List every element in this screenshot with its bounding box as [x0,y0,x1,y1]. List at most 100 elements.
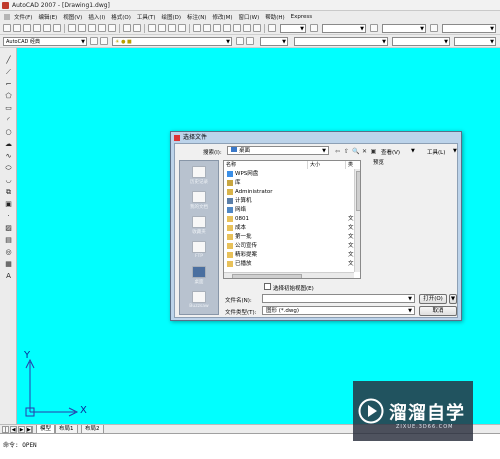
table-style-combo[interactable]: ▼ [382,24,426,33]
file-row[interactable]: 第一批 文 [224,233,354,241]
menu-edit[interactable]: 编辑(E) [38,13,57,21]
save-icon[interactable] [23,24,31,32]
hatch-icon[interactable]: ▨ [4,224,13,233]
multileader-style-icon[interactable] [430,24,438,32]
layer-previous-icon[interactable] [246,37,254,45]
tools-arrow-icon[interactable]: ▼ [453,148,457,154]
up-folder-icon[interactable]: ⇧ [343,148,350,155]
file-row[interactable]: 精彩提案 文 [224,251,354,259]
dimension-style-icon[interactable] [310,24,318,32]
point-icon[interactable]: · [4,212,13,221]
ellipse-arc-icon[interactable]: ◡ [4,176,13,185]
column-size[interactable]: 大小 [308,161,346,169]
column-type[interactable]: 类 [346,161,360,169]
revision-cloud-icon[interactable]: ☁ [4,140,13,149]
file-row[interactable]: 0801 文 [224,215,354,223]
filename-input[interactable]: ▼ [262,294,415,303]
text-style-combo[interactable]: ▼ [280,24,306,33]
tool-palettes-icon[interactable] [213,24,221,32]
first-tab-icon[interactable]: |◀ [2,426,9,439]
redo-icon[interactable] [133,24,141,32]
new-folder-icon[interactable]: ▣ [370,148,377,155]
menu-view[interactable]: 视图(V) [63,13,82,21]
table-icon[interactable]: ▦ [4,260,13,269]
make-block-icon[interactable]: ▣ [4,200,13,209]
last-tab-icon[interactable]: ▶| [26,426,33,433]
block-editor-icon[interactable] [108,24,116,32]
menu-draw[interactable]: 绘图(D) [162,13,182,21]
file-row[interactable]: Administrator [224,188,354,196]
linetype-combo[interactable]: ▼ [294,37,388,46]
next-tab-icon[interactable]: ▶ [18,426,25,433]
construction-line-icon[interactable]: ⟋ [4,68,13,77]
file-row[interactable]: 计算机 [224,197,354,205]
arc-icon[interactable]: ◜ [4,116,13,125]
pan-icon[interactable] [148,24,156,32]
zoom-previous-icon[interactable] [178,24,186,32]
rectangle-icon[interactable]: ▭ [4,104,13,113]
file-row[interactable]: 库 [224,179,354,187]
new-icon[interactable] [3,24,11,32]
file-row[interactable]: 已播放 文 [224,260,354,268]
filetype-combo[interactable]: 图形 (*.dwg) ▼ [262,306,415,315]
insert-block-icon[interactable]: ⧉ [4,188,13,197]
initial-view-checkbox[interactable] [264,283,271,290]
file-row[interactable]: 公司宣传 文 [224,242,354,250]
menu-window[interactable]: 窗口(W) [239,13,260,21]
help-icon[interactable] [253,24,261,32]
quickcalc-icon[interactable] [243,24,251,32]
undo-icon[interactable] [123,24,131,32]
table-style-icon[interactable] [370,24,378,32]
cut-icon[interactable] [68,24,76,32]
menu-modify[interactable]: 修改(M) [212,13,232,21]
polygon-icon[interactable]: ⬠ [4,92,13,101]
file-row[interactable]: 网络 [224,206,354,214]
lookin-combo[interactable]: 桌面 ▼ [227,146,329,155]
circle-icon[interactable]: ○ [4,128,13,137]
menu-file[interactable]: 文件(F) [14,13,32,21]
line-icon[interactable]: ╱ [4,56,13,65]
menu-insert[interactable]: 插入(I) [88,13,105,21]
views-arrow-icon[interactable]: ▼ [411,148,415,154]
back-icon[interactable]: ⇦ [334,148,341,155]
lineweight-combo[interactable]: ▼ [392,37,450,46]
open-button[interactable]: 打开(O) [419,294,447,304]
paste-icon[interactable] [88,24,96,32]
menu-tools[interactable]: 工具(T) [137,13,156,21]
layer-combo[interactable]: ☀ ● ■ ▼ [112,37,232,46]
color-combo[interactable]: ▼ [260,37,288,46]
place-ftp[interactable]: FTP [180,238,218,266]
markup-icon[interactable] [233,24,241,32]
menu-dimension[interactable]: 标注(N) [187,13,206,21]
file-row[interactable]: WPS网盘 [224,170,354,178]
make-current-layer-icon[interactable] [236,37,244,45]
views-menu[interactable]: 查看(V) [381,148,400,156]
menu-format[interactable]: 格式(O) [111,13,131,21]
place-history[interactable]: 历史记录 [180,163,218,191]
column-name[interactable]: 名称 [224,161,308,169]
layer-manager-icon[interactable] [100,37,108,45]
ellipse-icon[interactable]: ⬭ [4,164,13,173]
tools-menu[interactable]: 工具(L) [427,148,445,156]
polyline-icon[interactable]: ⌐ [4,80,13,89]
plotstyle-combo[interactable]: ▼ [454,37,496,46]
dimension-style-combo[interactable]: ▼ [322,24,366,33]
menu-express[interactable]: Express [291,14,312,20]
print-preview-icon[interactable] [43,24,51,32]
gradient-icon[interactable]: ▤ [4,236,13,245]
copy-icon[interactable] [78,24,86,32]
place-my-documents[interactable]: 我的文档 [180,188,218,216]
open-options-arrow-icon[interactable]: ▼ [449,294,457,304]
menu-help[interactable]: 帮助(H) [265,13,284,21]
document-menu-icon[interactable] [4,13,10,20]
file-row[interactable]: 成本 文 [224,224,354,232]
workspace-combo[interactable]: AutoCAD 经典 ▼ [3,37,87,46]
place-desktop[interactable]: 桌面 [180,263,218,291]
zoom-realtime-icon[interactable] [158,24,166,32]
place-favorites[interactable]: 收藏夹 [180,213,218,241]
publish-icon[interactable] [53,24,61,32]
zoom-window-icon[interactable] [168,24,176,32]
match-properties-icon[interactable] [98,24,106,32]
design-center-icon[interactable] [203,24,211,32]
properties-icon[interactable] [193,24,201,32]
